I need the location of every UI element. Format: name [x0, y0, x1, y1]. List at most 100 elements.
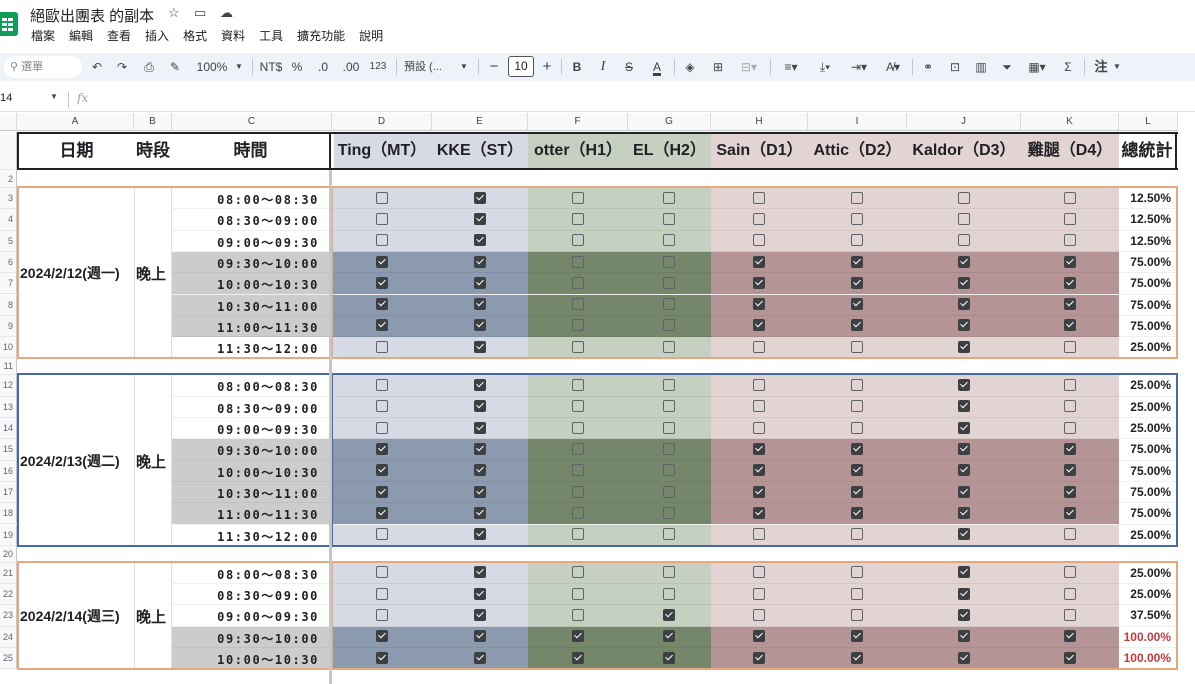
availability-checkbox[interactable] [474, 609, 486, 622]
font-family-select[interactable]: 預設 (... [404, 53, 456, 81]
zoom-dropdown-icon[interactable]: ▼ [234, 53, 244, 81]
row-header[interactable]: 21 [0, 562, 17, 585]
availability-checkbox[interactable] [753, 442, 765, 455]
paint-format-icon[interactable]: ✎ [165, 53, 185, 81]
availability-checkbox[interactable] [572, 587, 584, 600]
row-header[interactable] [0, 132, 17, 170]
availability-checkbox[interactable] [474, 506, 486, 519]
availability-checkbox[interactable] [1064, 587, 1076, 600]
availability-checkbox[interactable] [663, 630, 675, 643]
availability-checkbox[interactable] [851, 276, 863, 289]
merge-cells-icon[interactable]: ⊟▾ [736, 53, 762, 81]
availability-checkbox[interactable] [753, 255, 765, 268]
availability-checkbox[interactable] [572, 506, 584, 519]
availability-checkbox[interactable] [376, 379, 388, 392]
availability-checkbox[interactable] [958, 319, 970, 332]
availability-checkbox[interactable] [663, 234, 675, 247]
cloud-saved-icon[interactable]: ☁ [220, 5, 233, 21]
availability-checkbox[interactable] [1064, 651, 1076, 664]
availability-checkbox[interactable] [958, 340, 970, 353]
availability-checkbox[interactable] [753, 319, 765, 332]
redo-icon[interactable]: ↷ [113, 53, 131, 81]
availability-checkbox[interactable] [663, 212, 675, 225]
column-header-k[interactable]: K [1021, 113, 1119, 131]
star-icon[interactable]: ☆ [168, 5, 180, 21]
row-header[interactable]: 8 [0, 294, 17, 316]
availability-checkbox[interactable] [663, 651, 675, 664]
availability-checkbox[interactable] [376, 234, 388, 247]
availability-checkbox[interactable] [572, 442, 584, 455]
row-header[interactable]: 15 [0, 439, 17, 461]
availability-checkbox[interactable] [474, 528, 486, 541]
insert-comment-icon[interactable]: ⊡ [946, 53, 964, 81]
availability-checkbox[interactable] [572, 319, 584, 332]
availability-checkbox[interactable] [376, 587, 388, 600]
availability-checkbox[interactable] [1064, 630, 1076, 643]
availability-checkbox[interactable] [1064, 191, 1076, 204]
decrease-font-size-icon[interactable]: − [487, 53, 501, 81]
menu-search-input[interactable]: ⚲ 選單 [4, 56, 82, 78]
availability-checkbox[interactable] [663, 587, 675, 600]
availability-checkbox[interactable] [958, 400, 970, 413]
availability-checkbox[interactable] [753, 191, 765, 204]
availability-checkbox[interactable] [474, 319, 486, 332]
availability-checkbox[interactable] [376, 566, 388, 579]
row-header[interactable]: 24 [0, 626, 17, 648]
availability-checkbox[interactable] [376, 340, 388, 353]
availability-checkbox[interactable] [958, 651, 970, 664]
availability-checkbox[interactable] [1064, 464, 1076, 477]
availability-checkbox[interactable] [376, 421, 388, 434]
row-header[interactable]: 12 [0, 375, 17, 397]
availability-checkbox[interactable] [1064, 609, 1076, 622]
availability-checkbox[interactable] [1064, 566, 1076, 579]
availability-checkbox[interactable] [474, 379, 486, 392]
availability-checkbox[interactable] [958, 587, 970, 600]
availability-checkbox[interactable] [663, 276, 675, 289]
column-header-d[interactable]: D [332, 113, 432, 131]
availability-checkbox[interactable] [376, 651, 388, 664]
availability-checkbox[interactable] [572, 255, 584, 268]
row-header[interactable]: 11 [0, 358, 17, 376]
availability-checkbox[interactable] [958, 255, 970, 268]
availability-checkbox[interactable] [753, 340, 765, 353]
number-format-button[interactable]: 123 [368, 53, 388, 81]
availability-checkbox[interactable] [851, 255, 863, 268]
availability-checkbox[interactable] [851, 234, 863, 247]
availability-checkbox[interactable] [753, 587, 765, 600]
availability-checkbox[interactable] [663, 609, 675, 622]
availability-checkbox[interactable] [663, 464, 675, 477]
availability-checkbox[interactable] [376, 319, 388, 332]
availability-checkbox[interactable] [663, 442, 675, 455]
availability-checkbox[interactable] [474, 191, 486, 204]
availability-checkbox[interactable] [1064, 379, 1076, 392]
row-header[interactable]: 4 [0, 209, 17, 231]
functions-button[interactable]: Σ [1060, 53, 1076, 81]
move-to-folder-icon[interactable]: ▭ [194, 5, 206, 21]
availability-checkbox[interactable] [1064, 421, 1076, 434]
font-dropdown-icon[interactable]: ▼ [459, 53, 469, 81]
currency-format-button[interactable]: NT$ [258, 53, 284, 81]
text-wrapping-icon[interactable]: ⇥▾ [846, 53, 872, 81]
availability-checkbox[interactable] [572, 485, 584, 498]
input-tools-dropdown-icon[interactable]: ▼ [1112, 53, 1122, 81]
menu-item[interactable]: 資料 [221, 27, 245, 44]
availability-checkbox[interactable] [958, 609, 970, 622]
row-header[interactable]: 2 [0, 170, 17, 188]
print-icon[interactable]: ⎙ [139, 53, 159, 81]
availability-checkbox[interactable] [851, 566, 863, 579]
name-box-dropdown-icon[interactable]: ▼ [50, 92, 58, 101]
availability-checkbox[interactable] [474, 464, 486, 477]
increase-decimal-button[interactable]: .00 [340, 53, 362, 81]
availability-checkbox[interactable] [1064, 212, 1076, 225]
availability-checkbox[interactable] [663, 506, 675, 519]
row-header[interactable]: 3 [0, 188, 17, 210]
availability-checkbox[interactable] [851, 651, 863, 664]
sheet-grid[interactable]: A B C D E F G H I J K L 2 3 4 5 6 7 8 9 10 11 12 13 14 15 16 17 18 19… [0, 113, 1195, 684]
availability-checkbox[interactable] [958, 234, 970, 247]
availability-checkbox[interactable] [1064, 234, 1076, 247]
availability-checkbox[interactable] [851, 528, 863, 541]
row-header[interactable]: 14 [0, 418, 17, 440]
availability-checkbox[interactable] [572, 400, 584, 413]
availability-checkbox[interactable] [851, 340, 863, 353]
availability-checkbox[interactable] [958, 506, 970, 519]
